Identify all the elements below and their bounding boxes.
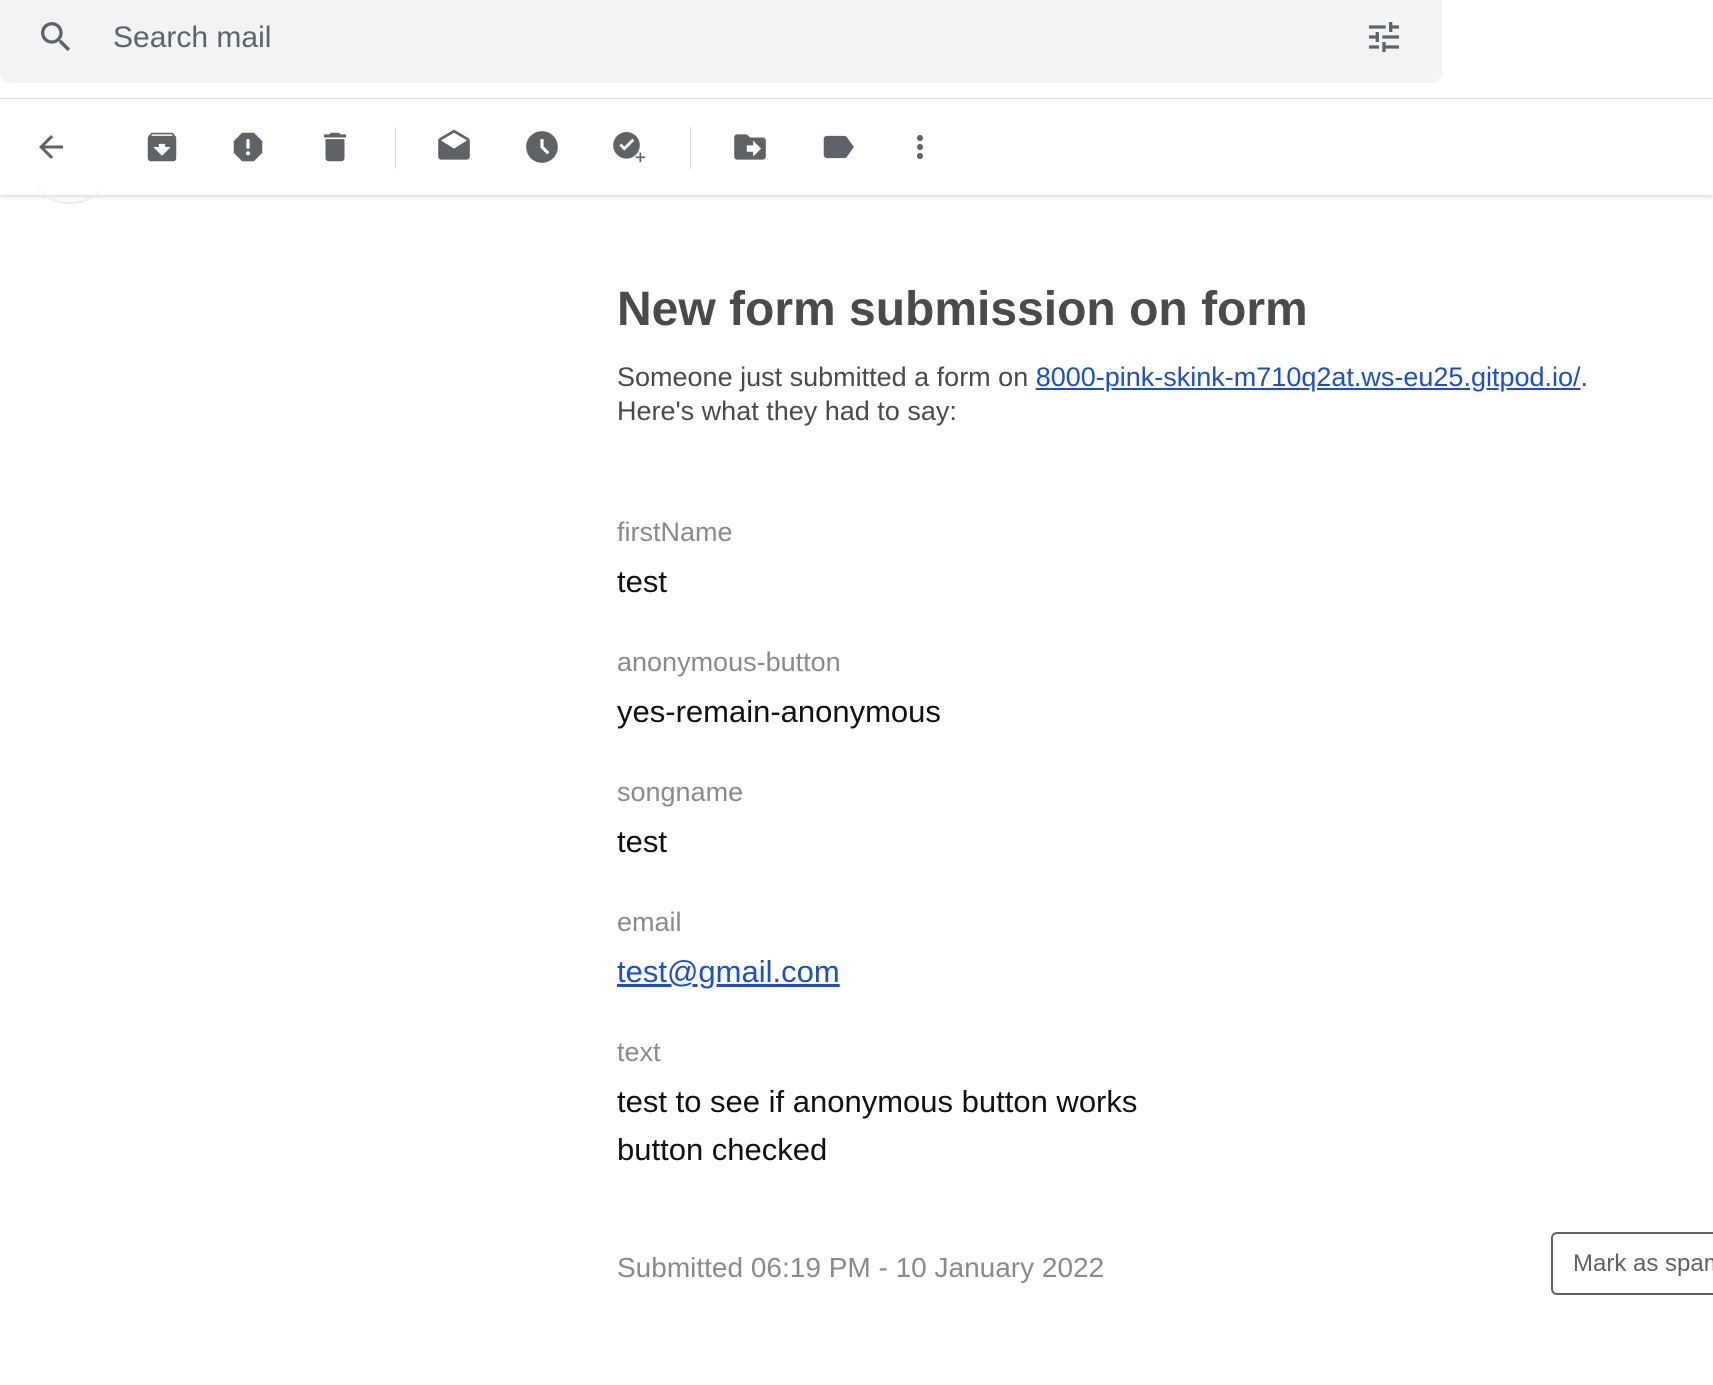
form-field: email test@gmail.com	[617, 906, 840, 996]
field-value: test to see if anonymous button works bu…	[617, 1078, 1137, 1174]
toolbar-separator	[690, 127, 691, 169]
report-spam-icon[interactable]	[228, 127, 268, 167]
mark-unread-icon[interactable]	[434, 127, 474, 167]
field-label: text	[617, 1037, 661, 1067]
more-options-icon[interactable]	[900, 127, 940, 167]
submitted-timestamp: Submitted 06:19 PM - 10 January 2022	[617, 1252, 1105, 1283]
email-link[interactable]: test@gmail.com	[617, 948, 840, 996]
label-icon[interactable]	[818, 127, 858, 167]
form-field: text test to see if anonymous button wor…	[617, 1036, 1137, 1174]
message-intro: Someone just submitted a form on 8000-pi…	[617, 360, 1697, 428]
move-to-icon[interactable]	[730, 127, 770, 167]
site-link[interactable]: 8000-pink-skink-m710q2at.ws-eu25.gitpod.…	[1036, 362, 1581, 392]
form-field: firstName test	[617, 516, 733, 606]
search-input[interactable]	[113, 18, 1213, 58]
intro-text: Someone just submitted a form on	[617, 362, 1036, 392]
message-toolbar	[0, 99, 1713, 195]
form-field: anonymous-button yes-remain-anonymous	[617, 646, 941, 736]
tune-icon[interactable]	[1364, 17, 1404, 57]
field-value-line: button checked	[617, 1132, 828, 1167]
field-value: test	[617, 824, 667, 859]
snooze-icon[interactable]	[522, 127, 562, 167]
field-label: anonymous-button	[617, 647, 841, 677]
mark-as-spam-button[interactable]: Mark as spam	[1551, 1232, 1713, 1295]
message-title: New form submission on form	[617, 283, 1308, 336]
form-field: songname test	[617, 776, 743, 866]
field-label: songname	[617, 777, 744, 807]
field-label: firstName	[617, 517, 733, 547]
field-value: test	[617, 564, 667, 599]
sender-avatar	[35, 150, 105, 204]
toolbar-separator	[395, 127, 396, 169]
search-bar	[0, 0, 1442, 83]
intro-text-line2: Here's what they had to say:	[617, 396, 957, 426]
delete-icon[interactable]	[315, 127, 355, 167]
field-value: yes-remain-anonymous	[617, 694, 941, 729]
archive-icon[interactable]	[142, 127, 182, 167]
intro-punctuation: .	[1580, 362, 1589, 392]
message-body: New form submission on form Someone just…	[617, 280, 1697, 428]
field-label: email	[617, 907, 682, 937]
search-icon[interactable]	[36, 17, 76, 57]
add-to-tasks-icon[interactable]	[609, 127, 649, 167]
field-value-line: test to see if anonymous button works	[617, 1084, 1138, 1119]
